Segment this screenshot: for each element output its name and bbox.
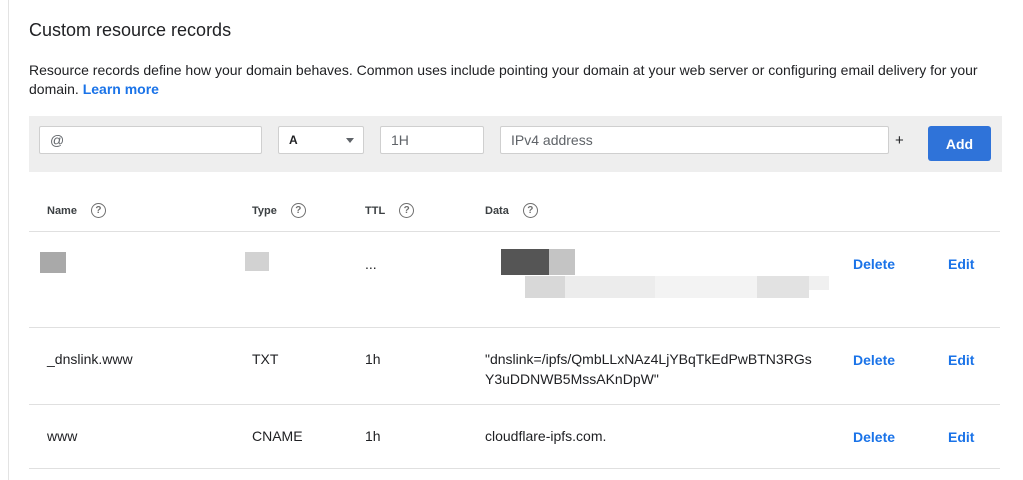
record-type: TXT [252, 351, 279, 367]
record-ttl: 1h [365, 428, 381, 444]
redacted-data [501, 249, 549, 275]
column-header-name: Name ? [47, 203, 106, 218]
left-divider [8, 0, 9, 480]
edit-button[interactable]: Edit [948, 429, 974, 445]
help-icon[interactable]: ? [290, 203, 306, 218]
column-header-ttl: TTL ? [365, 203, 415, 218]
section-description: Resource records define how your domain … [29, 61, 989, 99]
records-table: Name ? Type ? TTL ? Data ? ... Delete Ed… [29, 192, 1000, 469]
add-record-form: @ A 1H IPv4 address + Add [29, 116, 1002, 172]
delete-button[interactable]: Delete [853, 429, 895, 445]
redacted-data [565, 276, 655, 298]
table-row: _dnslink.www TXT 1h "dnslink=/ipfs/QmbLL… [29, 328, 1000, 405]
redacted-data [549, 249, 575, 275]
description-text: Resource records define how your domain … [29, 62, 978, 97]
delete-button[interactable]: Delete [853, 352, 895, 368]
column-header-ttl-label: TTL [365, 204, 386, 217]
delete-button[interactable]: Delete [853, 256, 895, 272]
dns-records-page: Custom resource records Resource records… [0, 0, 1023, 480]
column-header-data-label: Data [485, 204, 509, 217]
redacted-data [525, 276, 565, 298]
learn-more-link[interactable]: Learn more [83, 81, 159, 97]
data-input[interactable]: IPv4 address [500, 126, 889, 154]
help-icon[interactable]: ? [399, 203, 415, 218]
redacted-data [757, 276, 809, 298]
redacted-data [809, 276, 829, 290]
redacted-name [40, 252, 66, 273]
record-name: _dnslink.www [47, 351, 133, 367]
column-header-type: Type ? [252, 203, 306, 218]
ttl-input[interactable]: 1H [380, 126, 484, 154]
column-header-type-label: Type [252, 204, 277, 217]
record-data: "dnslink=/ipfs/QmbLLxNAz4LjYBqTkEdPwBTN3… [485, 351, 812, 387]
chevron-down-icon [346, 138, 354, 143]
section-title: Custom resource records [29, 20, 232, 40]
record-ttl: 1h [365, 351, 381, 367]
name-input[interactable]: @ [39, 126, 262, 154]
plus-icon[interactable]: + [895, 132, 904, 149]
column-header-data: Data ? [485, 203, 538, 218]
help-icon[interactable]: ? [522, 203, 538, 218]
record-name: www [47, 428, 78, 444]
add-button[interactable]: Add [928, 126, 991, 161]
table-row: ... Delete Edit [29, 232, 1000, 328]
edit-button[interactable]: Edit [948, 256, 974, 272]
column-header-name-label: Name [47, 204, 77, 217]
record-ttl: ... [365, 256, 377, 272]
table-header: Name ? Type ? TTL ? Data ? [29, 192, 1000, 232]
type-select[interactable]: A [278, 126, 364, 154]
redacted-type [245, 252, 269, 271]
type-select-value: A [289, 133, 298, 147]
table-row: www CNAME 1h cloudflare-ipfs.com. Delete… [29, 405, 1000, 469]
record-data: cloudflare-ipfs.com. [485, 428, 607, 444]
help-icon[interactable]: ? [90, 203, 106, 218]
edit-button[interactable]: Edit [948, 352, 974, 368]
record-type: CNAME [252, 428, 303, 444]
